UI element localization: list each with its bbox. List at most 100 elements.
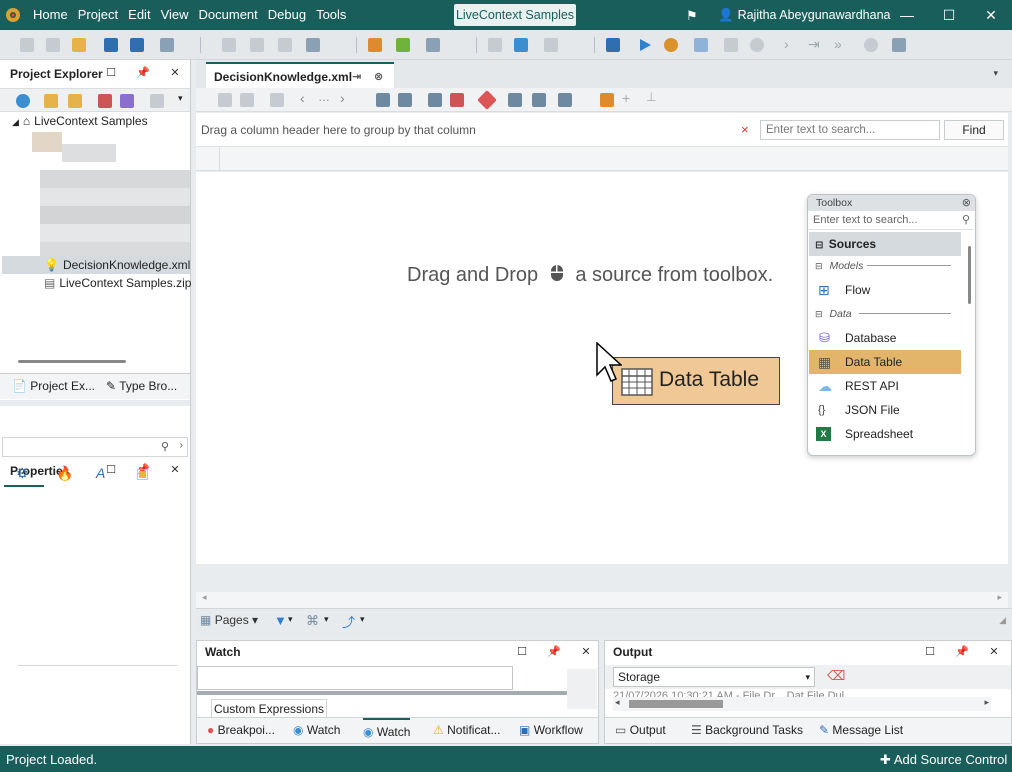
minimize-button[interactable]: — — [886, 0, 928, 30]
float-icon[interactable]: ☐ — [515, 645, 529, 659]
add-document-icon[interactable] — [396, 38, 410, 52]
toolbox-section-sources[interactable]: ⊟ Sources — [809, 232, 961, 256]
add-source-control-button[interactable]: ✚ Add Source Control — [880, 752, 1007, 768]
tab-custom-expressions[interactable]: Custom Expressions — [211, 699, 327, 719]
float-icon[interactable]: ☐ — [923, 645, 937, 659]
more-icon[interactable]: ▾ — [178, 93, 183, 104]
close-toolbox-icon[interactable]: ⊗ — [962, 196, 971, 209]
menu-document[interactable]: Document — [194, 0, 263, 30]
filter-icon[interactable]: ▼ — [274, 613, 287, 628]
tab-background-tasks[interactable]: ☰ Background Tasks — [691, 722, 803, 738]
sync-icon[interactable] — [16, 94, 30, 108]
remove-column-icon[interactable] — [450, 93, 464, 107]
fire-icon[interactable]: 🔥 — [56, 465, 73, 482]
debug-icon[interactable] — [664, 38, 678, 52]
toolbox-item-data-table[interactable]: ▦ Data Table — [809, 350, 961, 374]
watch-scrollbar[interactable] — [197, 691, 567, 695]
export-icon[interactable] — [160, 38, 174, 52]
splitter[interactable] — [0, 400, 190, 406]
tab-type-browser[interactable]: ✎ Type Bro... — [106, 378, 177, 394]
toolbox-item-json-file[interactable]: {} JSON File — [809, 398, 961, 422]
fast-forward-icon[interactable]: » — [834, 36, 842, 52]
float-icon[interactable]: ☐ — [104, 66, 118, 80]
relations-dropdown-icon[interactable]: ▾ — [324, 614, 329, 625]
tab-decisionknowledge[interactable]: DecisionKnowledge.xml ⇥ ⊗ — [206, 62, 394, 88]
paste-icon[interactable] — [278, 38, 292, 52]
tab-list-icon[interactable]: ▾ — [993, 68, 998, 79]
pin-icon[interactable]: 📌 — [955, 645, 969, 659]
clear-search-icon[interactable]: × — [741, 122, 749, 137]
pin-icon[interactable]: 📌 — [547, 645, 561, 659]
stop-icon[interactable] — [724, 38, 738, 52]
build-icon[interactable] — [488, 38, 502, 52]
toolbox-search-input[interactable]: Enter text to search... ⚲ — [809, 212, 974, 230]
tab-watch-2[interactable]: ◉ Watch — [363, 718, 411, 740]
new-folder-icon[interactable] — [44, 94, 58, 108]
menu-debug[interactable]: Debug — [263, 0, 311, 30]
menu-edit[interactable]: Edit — [123, 0, 155, 30]
step-end-icon[interactable]: ⇥ — [808, 36, 820, 53]
maximize-button[interactable]: ☐ — [928, 0, 970, 30]
save-icon[interactable] — [104, 38, 118, 52]
tab-project-explorer[interactable]: 📄 Project Ex... — [12, 378, 95, 394]
previous-icon[interactable]: ‹ — [300, 90, 305, 106]
close-panel-icon[interactable]: ✕ — [168, 463, 182, 477]
tab-breakpoints[interactable]: ● Breakpoi... — [207, 722, 275, 738]
scroll-right-icon[interactable]: ▸ — [997, 592, 1002, 603]
toolbox-item-spreadsheet[interactable]: X Spreadsheet — [809, 422, 961, 446]
tab-properties-general[interactable]: ⚙ — [4, 462, 44, 487]
chevron-right-icon[interactable]: › — [180, 440, 183, 451]
tree-root[interactable]: ◢ ⌂ LiveContext Samples — [12, 112, 148, 130]
cut-icon[interactable] — [222, 38, 236, 52]
tree-item-zip[interactable]: ▤ LiveContext Samples.zip — [44, 274, 191, 292]
toolbox-item-database[interactable]: ⛁ Database — [809, 326, 961, 350]
tree-item-decisionknowledge[interactable]: 💡 DecisionKnowledge.xml — [2, 256, 190, 274]
import-icon[interactable] — [508, 93, 522, 107]
close-panel-icon[interactable]: ✕ — [579, 645, 593, 659]
save-all-icon[interactable] — [130, 38, 144, 52]
stamp-icon[interactable]: ⊥ — [646, 90, 656, 104]
toolbox-item-rest-api[interactable]: ☁ REST API — [809, 374, 961, 398]
refresh-icon[interactable] — [864, 38, 878, 52]
tab-watch-1[interactable]: ◉ Watch — [293, 722, 340, 738]
close-window-button[interactable]: ✕ — [970, 0, 1012, 30]
horizontal-scrollbar[interactable] — [18, 360, 126, 363]
grid-icon[interactable] — [376, 93, 390, 107]
run-icon[interactable] — [638, 38, 652, 52]
copy-icon[interactable] — [250, 38, 264, 52]
deploy-icon[interactable] — [892, 38, 906, 52]
clear-output-icon[interactable]: ⌫ — [827, 668, 845, 684]
flag-icon[interactable]: ⚑ — [686, 8, 698, 24]
add-folder-icon[interactable] — [68, 94, 82, 108]
tab-message-list[interactable]: ✎ Message List — [819, 722, 903, 738]
pages-dropdown[interactable]: ▦ Pages ▾ — [200, 613, 258, 627]
relations-icon[interactable]: ⌘ — [306, 613, 319, 629]
collapse-icon[interactable]: ◢ — [12, 117, 19, 127]
delete-icon[interactable] — [98, 94, 112, 108]
document-settings-icon[interactable] — [270, 93, 284, 107]
new-row-icon[interactable] — [218, 93, 232, 107]
column-settings-icon[interactable] — [600, 93, 614, 107]
filter-dropdown-icon[interactable]: ▾ — [288, 614, 293, 625]
tab-workflow[interactable]: ▣ Workflow — [519, 722, 583, 738]
test-icon[interactable] — [694, 38, 708, 52]
ellipsis-icon[interactable]: … — [318, 90, 330, 104]
close-panel-icon[interactable]: ✕ — [168, 66, 182, 80]
output-source-select[interactable]: Storage ▾ — [613, 667, 815, 687]
toolbox-scrollbar[interactable] — [963, 232, 975, 452]
close-panel-icon[interactable]: ✕ — [987, 645, 1001, 659]
menu-tools[interactable]: Tools — [311, 0, 351, 30]
menu-project[interactable]: Project — [73, 0, 123, 30]
toolbox-item-flow[interactable]: ⊞ Flow — [809, 278, 961, 302]
grid-horizontal-scrollbar[interactable]: ◂ ▸ — [196, 592, 1008, 608]
output-horizontal-scrollbar[interactable]: ◂ ▸ — [613, 697, 991, 711]
user-account[interactable]: 👤 Rajitha Abeygunawardhana — [718, 0, 890, 30]
grid-search-input[interactable]: Enter text to search... — [760, 120, 940, 140]
calc-icon[interactable] — [532, 93, 546, 107]
menu-view[interactable]: View — [156, 0, 194, 30]
chart-icon[interactable] — [558, 93, 572, 107]
add-icon[interactable]: + — [622, 90, 630, 106]
eraser-icon[interactable] — [477, 90, 497, 110]
link-dropdown-icon[interactable]: ▾ — [360, 614, 365, 625]
find-button[interactable]: Find — [944, 120, 1004, 140]
